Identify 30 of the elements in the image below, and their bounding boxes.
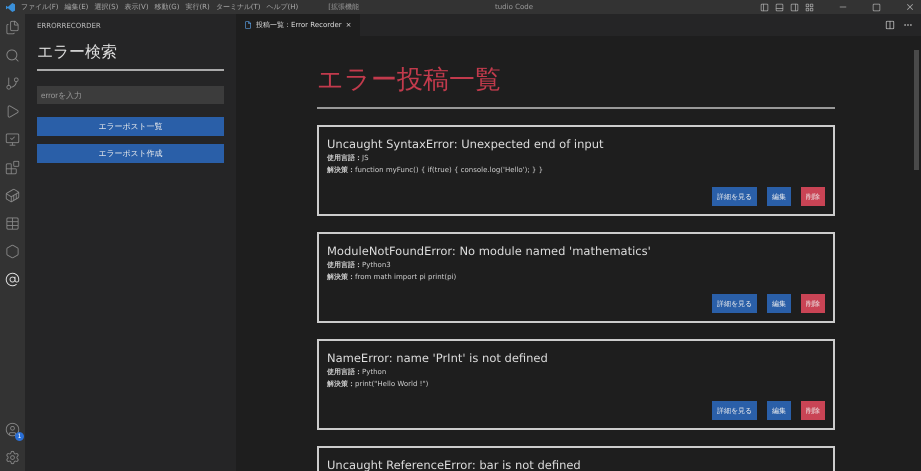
extensions-icon[interactable] — [5, 160, 20, 175]
files-icon[interactable] — [5, 20, 20, 35]
grid-icon[interactable] — [5, 216, 20, 231]
post-title: Uncaught SyntaxError: Unexpected end of input — [327, 137, 604, 151]
search-icon[interactable] — [5, 48, 20, 63]
sidebar-title: エラー検索 — [37, 42, 224, 71]
account-icon[interactable] — [5, 422, 20, 437]
scrollbar[interactable] — [914, 50, 919, 170]
post-title: NameError: name 'PrInt' is not defined — [327, 351, 549, 365]
panel-bottom-icon[interactable] — [775, 2, 784, 12]
run-icon[interactable] — [5, 104, 20, 119]
settings-icon[interactable] — [5, 450, 20, 465]
container-icon[interactable] — [5, 188, 20, 203]
maximize-icon[interactable] — [872, 2, 881, 12]
panel-left-icon[interactable] — [760, 2, 769, 12]
search-field[interactable]: errorを入力 — [37, 86, 224, 104]
nav-button[interactable]: エラーポスト作成 — [37, 144, 224, 163]
at-sign-icon[interactable] — [5, 272, 20, 287]
hexagon-icon[interactable] — [5, 244, 20, 259]
monitor-icon[interactable] — [5, 132, 20, 147]
nav-button[interactable]: エラーポスト一覧 — [37, 117, 224, 136]
app-logo-icon — [6, 2, 15, 12]
post-title: ModuleNotFoundError: No module named 'mathematics' — [327, 244, 652, 258]
close-icon[interactable] — [905, 2, 915, 12]
branch-icon[interactable] — [5, 76, 20, 91]
split-editor-icon[interactable] — [885, 20, 895, 30]
page-heading: エラー投稿一覧 — [317, 62, 835, 109]
file-icon — [244, 21, 252, 29]
panel-right-icon[interactable] — [790, 2, 799, 12]
layout-icon[interactable] — [805, 2, 814, 12]
